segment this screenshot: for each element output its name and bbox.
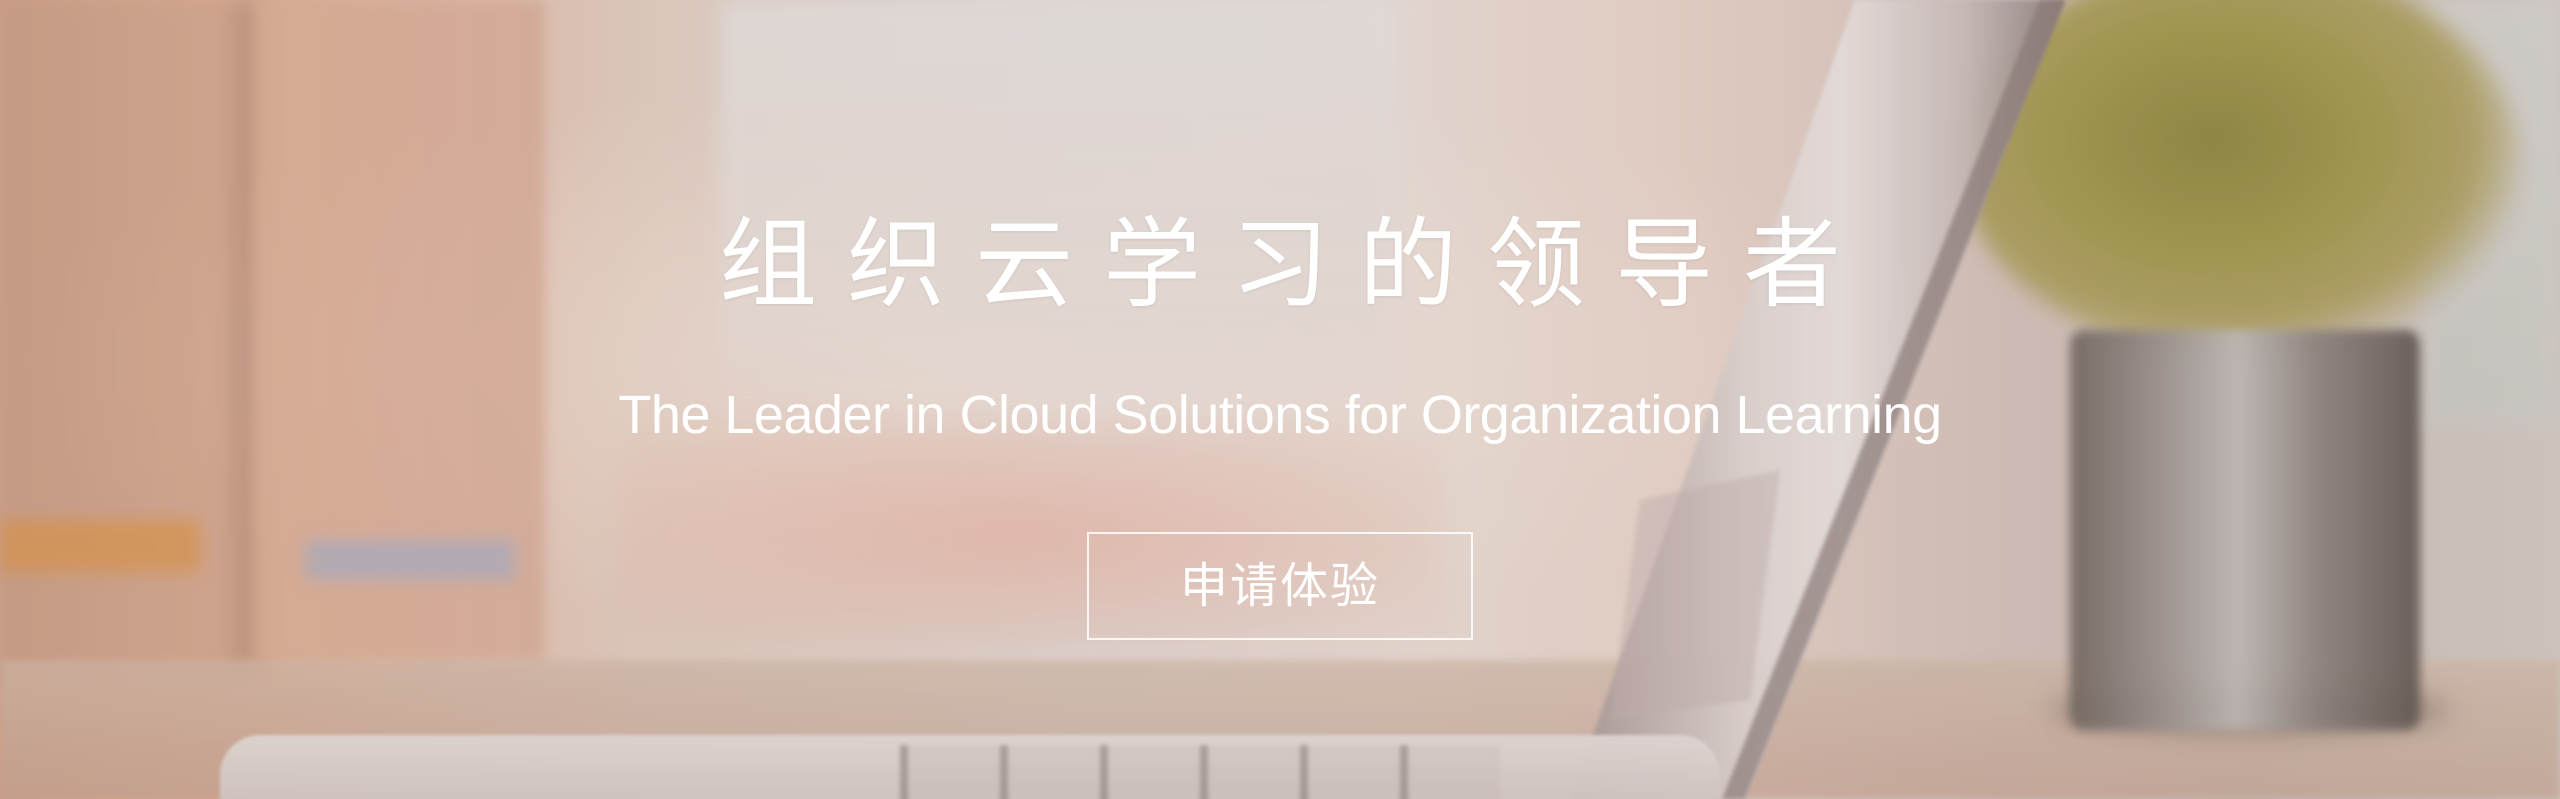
- hero-title: 组织云学习的领导者: [718, 208, 1871, 322]
- hero-banner: 组织云学习的领导者 The Leader in Cloud Solutions …: [0, 0, 2560, 799]
- apply-trial-button[interactable]: 申请体验: [1087, 532, 1473, 640]
- hero-content: 组织云学习的领导者 The Leader in Cloud Solutions …: [0, 0, 2560, 799]
- hero-subtitle: The Leader in Cloud Solutions for Organi…: [618, 385, 1942, 445]
